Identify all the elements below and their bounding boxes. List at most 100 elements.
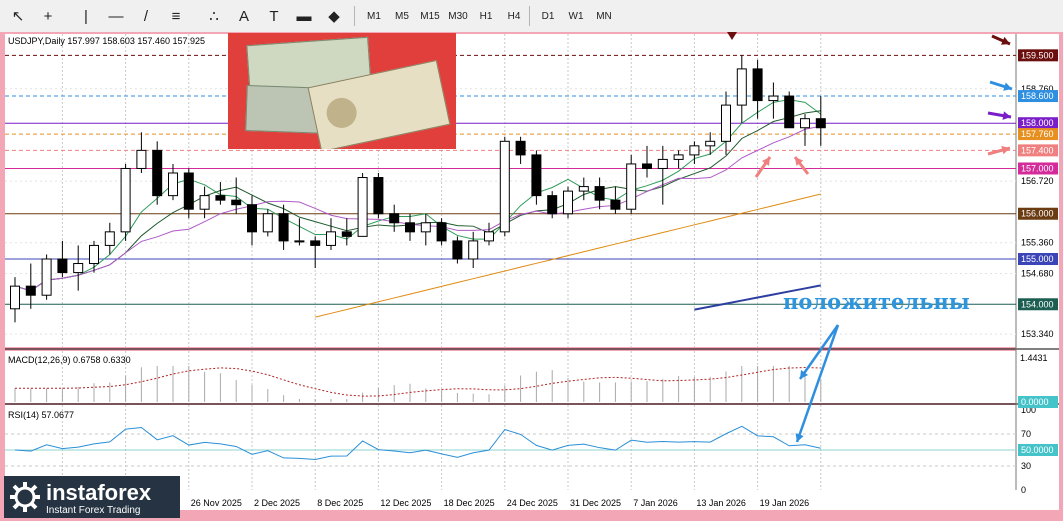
chart-header: USDJPY,Daily 157.997 158.603 157.460 157…	[8, 36, 205, 46]
candle-bull	[499, 140, 510, 233]
date-label: 7 Jan 2026	[633, 498, 678, 508]
rsi-scale-label: 30	[1021, 461, 1031, 471]
candle-bear	[247, 204, 257, 233]
logo-icon	[10, 482, 40, 512]
toolbar-separator	[354, 6, 355, 26]
candle-bull	[199, 195, 210, 210]
logo: instaforex Instant Forex Trading	[4, 476, 180, 518]
candle-bear	[215, 195, 226, 201]
timeframe-m30[interactable]: M30	[444, 4, 472, 28]
chart-area[interactable]: 1007050300 159.500158.760158.600158.0001…	[0, 32, 1063, 521]
text-label-icon[interactable]: T	[262, 4, 286, 28]
candle-bear	[594, 186, 605, 201]
trendline-icon[interactable]: /	[134, 4, 158, 28]
date-label: 26 Nov 2025	[191, 498, 242, 508]
terminal-window: { "toolbar": { "tools": ["cursor-icon","…	[0, 0, 1063, 521]
candle-bull	[705, 140, 716, 147]
macd-pane[interactable]	[5, 351, 1016, 403]
currency-photo	[228, 33, 456, 149]
candle-bull	[468, 240, 479, 260]
candle-bear	[784, 95, 795, 129]
price-label: 153.340	[1021, 329, 1054, 339]
annotation-text: положительны	[783, 289, 970, 314]
candle-bear	[452, 240, 463, 260]
date-label: 18 Dec 2025	[444, 498, 495, 508]
logo-name: instaforex	[46, 480, 152, 505]
timeframe-m1[interactable]: M1	[360, 4, 388, 28]
candle-bull	[484, 231, 494, 242]
price-label: 158.600	[1021, 91, 1054, 101]
crosshair-icon[interactable]: +	[36, 4, 60, 28]
shapes-icon[interactable]: ◆	[322, 4, 346, 28]
candle-bull	[721, 104, 731, 142]
timeframe-d1[interactable]: D1	[534, 4, 562, 28]
candle-bear	[278, 213, 289, 242]
horizontal-line-icon[interactable]: —	[104, 4, 128, 28]
candle-bull	[673, 154, 684, 160]
price-label: 155.360	[1021, 238, 1054, 248]
date-label: 12 Dec 2025	[380, 498, 431, 508]
candle-bear	[310, 240, 321, 246]
macd-zero-label: 0.0000	[1021, 397, 1049, 407]
candle-bull	[420, 222, 431, 233]
vertical-line-icon[interactable]: |	[74, 4, 98, 28]
date-label: 2 Dec 2025	[254, 498, 300, 508]
price-label: 157.760	[1021, 129, 1054, 139]
candle-bull	[168, 172, 178, 197]
candle-bull	[104, 231, 115, 246]
candle-bull	[294, 240, 305, 243]
candle-bear	[531, 154, 542, 197]
candle-bear	[610, 199, 621, 210]
price-label: 154.680	[1021, 268, 1054, 278]
timeframe-m5[interactable]: M5	[388, 4, 416, 28]
candle-bull	[326, 231, 336, 246]
candle-bull	[73, 263, 84, 274]
candle-bull	[89, 244, 99, 265]
candle-bear	[373, 177, 384, 215]
macd-header: MACD(12,26,9) 0.6758 0.6330	[8, 355, 131, 365]
date-label: 31 Dec 2025	[570, 498, 621, 508]
price-label: 159.500	[1021, 50, 1054, 60]
candle-bear	[752, 68, 763, 102]
candle-bull	[578, 186, 589, 192]
candle-bear	[152, 149, 163, 197]
candle-bull	[120, 167, 131, 233]
candle-bear	[341, 231, 352, 237]
price-label: 158.000	[1021, 118, 1054, 128]
timeframe-m15[interactable]: M15	[416, 4, 444, 28]
fibo-fan-icon[interactable]: ∴	[202, 4, 226, 28]
price-label: 156.000	[1021, 209, 1054, 219]
fibonacci-icon[interactable]: ≡	[164, 4, 188, 28]
candle-bear	[389, 213, 400, 224]
timeframe-w1[interactable]: W1	[562, 4, 590, 28]
macd-max-label: 1.4431	[1020, 353, 1048, 363]
candle-bear	[815, 118, 826, 129]
date-label: 19 Jan 2026	[760, 498, 810, 508]
candle-bull	[768, 95, 779, 102]
rsi-scale-label: 0	[1021, 485, 1026, 495]
candle-bull	[10, 285, 20, 310]
toolbar: ↖ + | — / ≡ ∴ A T ▬ ◆ M1 M5 M15 M30 H1 H4 D1 W1 MN	[0, 0, 1063, 33]
price-label: 155.000	[1021, 254, 1054, 264]
rsi-current-label: 50.0000	[1021, 445, 1054, 455]
price-label: 157.000	[1021, 163, 1054, 173]
rectangle-icon[interactable]: ▬	[292, 4, 316, 28]
candle-bear	[183, 172, 194, 210]
candle-bull	[136, 149, 147, 169]
timeframe-h1[interactable]: H1	[472, 4, 500, 28]
candle-bear	[57, 258, 68, 274]
logo-tagline: Instant Forex Trading	[46, 505, 141, 516]
text-icon[interactable]: A	[232, 4, 256, 28]
candle-bull	[563, 190, 573, 215]
toolbar-separator	[529, 6, 530, 26]
price-label: 156.720	[1021, 176, 1054, 186]
candle-bear	[436, 222, 447, 242]
timeframe-mn[interactable]: MN	[590, 4, 618, 28]
price-label: 154.000	[1021, 299, 1054, 309]
timeframe-h4[interactable]: H4	[500, 4, 528, 28]
candle-bear	[547, 195, 558, 215]
date-label: 13 Jan 2026	[696, 498, 746, 508]
rsi-scale-label: 70	[1021, 429, 1031, 439]
cursor-icon[interactable]: ↖	[6, 4, 30, 28]
date-label: 8 Dec 2025	[317, 498, 363, 508]
